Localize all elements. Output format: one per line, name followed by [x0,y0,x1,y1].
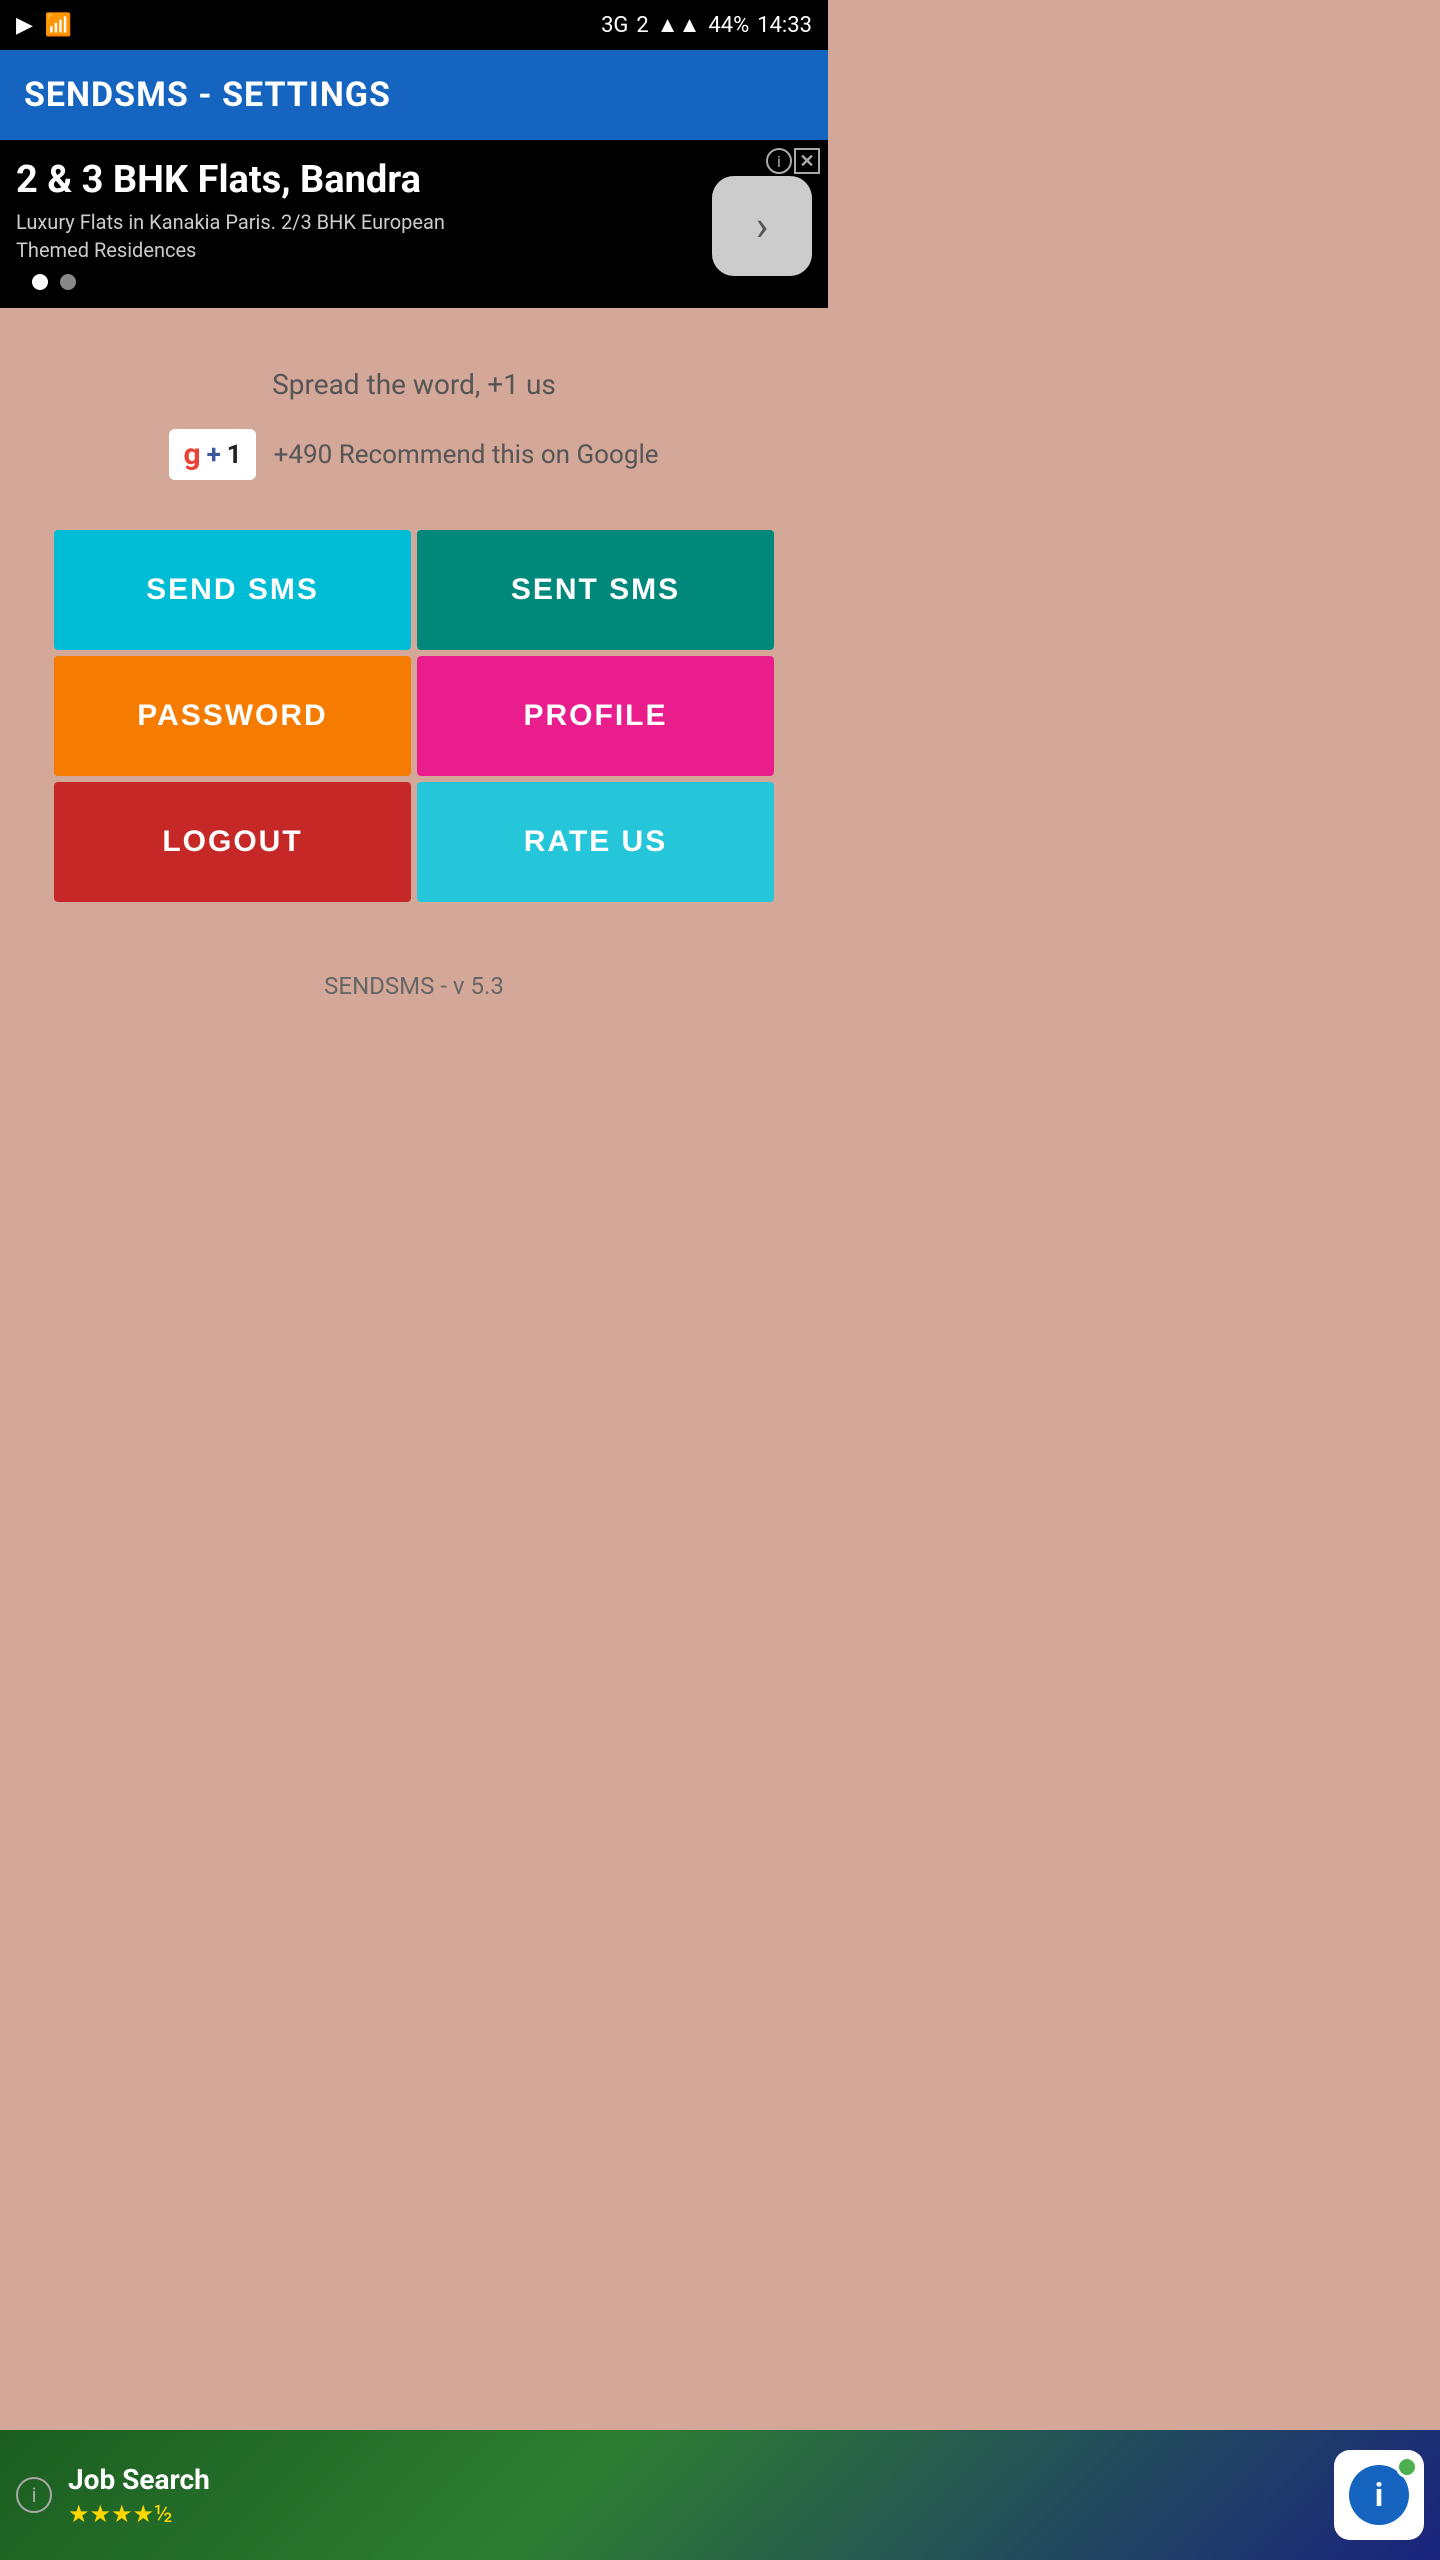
ad-title: 2 & 3 BHK Flats, Bandra [16,158,712,202]
bottom-ad-title: Job Search [68,2463,1318,2496]
network-label: 3G [601,13,628,38]
bottom-ad-green-dot [1396,2456,1418,2478]
app-title: SENDSMS - SETTINGS [24,75,391,115]
bottom-ad-icon[interactable]: i [1334,2450,1424,2540]
app-bar: SENDSMS - SETTINGS [0,50,828,140]
status-right: 3G 2 ▲▲ 44% 14:33 [601,12,812,38]
status-bar: ▶ 📶 3G 2 ▲▲ 44% 14:33 [0,0,828,50]
ad-dot-1 [32,274,48,290]
buttons-grid: SEND SMS SENT SMS PASSWORD PROFILE LOGOU… [54,530,774,902]
gplus-g: g [183,437,200,472]
ad-close-icon[interactable]: ✕ [794,148,820,174]
profile-button[interactable]: PROFILE [417,656,774,776]
ad-text-block: 2 & 3 BHK Flats, Bandra Luxury Flats in … [16,158,712,294]
send-sms-button[interactable]: SEND SMS [54,530,411,650]
bottom-ad-text: Job Search ★★★★½ [68,2463,1318,2528]
bottom-ad-banner[interactable]: i Job Search ★★★★½ i [0,2430,1440,2560]
password-button[interactable]: PASSWORD [54,656,411,776]
ad-dot-2 [60,274,76,290]
ad-arrow-button[interactable]: › [712,176,812,276]
ad-info-icon[interactable]: i [766,148,792,174]
gplus-label: Recommend this on Google [339,440,659,470]
play-icon: ▶ [16,13,33,38]
bottom-ad-stars: ★★★★½ [68,2500,1318,2528]
gplus-one: 1 [227,440,242,470]
spread-text: Spread the word, +1 us [272,368,556,401]
sent-sms-button[interactable]: SENT SMS [417,530,774,650]
status-left: ▶ 📶 [16,13,72,38]
ad-subtitle: Luxury Flats in Kanakia Paris. 2/3 BHK E… [16,208,496,264]
time-label: 14:33 [757,13,812,38]
battery-label: 44% [708,13,749,38]
gplus-count: +490 [274,440,333,470]
version-text: SENDSMS - v 5.3 [324,972,504,1000]
gplus-badge[interactable]: g + 1 [169,429,255,480]
ad-banner[interactable]: 2 & 3 BHK Flats, Bandra Luxury Flats in … [0,140,828,308]
gplus-plus: + [207,440,221,470]
logout-button[interactable]: LOGOUT [54,782,411,902]
google-plus-row[interactable]: g + 1 +490 Recommend this on Google [169,429,658,480]
wifi-icon: 📶 [45,13,72,38]
signal-icon: ▲▲ [657,12,701,38]
sim-label: 2 [636,13,648,38]
gplus-recommend-text: +490 Recommend this on Google [274,440,659,470]
ad-close-controls[interactable]: i ✕ [766,148,820,174]
main-content: Spread the word, +1 us g + 1 +490 Recomm… [0,308,828,1040]
rate-us-button[interactable]: RATE US [417,782,774,902]
ad-dots [16,264,712,294]
bottom-ad-info-icon[interactable]: i [16,2477,52,2513]
